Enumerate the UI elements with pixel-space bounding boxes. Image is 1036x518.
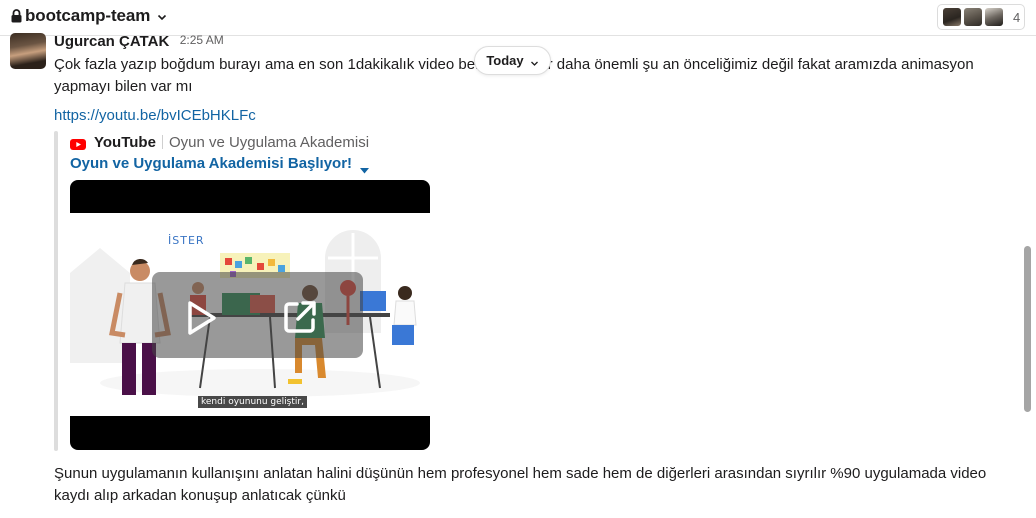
caret-down-icon[interactable] (360, 161, 370, 173)
date-divider-label: Today (486, 53, 524, 68)
youtube-icon (70, 137, 86, 150)
chevron-down-icon (530, 56, 539, 66)
scrollbar-thumb[interactable] (1024, 246, 1031, 412)
attachment-provider: YouTube Oyun ve Uygulama Akademisi (70, 132, 369, 152)
member-count: 4 (1013, 9, 1021, 25)
video-thumbnail[interactable]: İSTER kendi oyununu geliştir, (70, 180, 430, 450)
play-icon[interactable] (180, 298, 220, 338)
message-text: Şunun uygulamanın kullanışını anlatan ha… (54, 465, 987, 504)
provider-name: YouTube (94, 133, 156, 151)
lock-icon (11, 9, 22, 23)
chevron-down-icon (156, 10, 168, 22)
channel-header: bootcamp-team 4 (0, 0, 1036, 36)
thumbnail-sign: İSTER (168, 234, 205, 247)
video-title-link[interactable]: Oyun ve Uygulama Akademisi Başlıyor! (70, 155, 370, 173)
separator (161, 135, 163, 149)
channel-name-button[interactable]: bootcamp-team (11, 6, 168, 26)
video-caption: kendi oyununu geliştir, (198, 396, 307, 408)
members-button[interactable]: 4 (937, 4, 1025, 30)
video-title: Oyun ve Uygulama Akademisi Başlıyor! (70, 155, 353, 172)
message-link[interactable]: https://youtu.be/bvICEbHKLFc (54, 105, 256, 127)
channel-name: bootcamp-team (25, 6, 151, 25)
provider-channel: Oyun ve Uygulama Akademisi (168, 133, 370, 151)
member-avatar (963, 7, 983, 27)
message-timestamp[interactable]: 2:25 AM (180, 33, 224, 49)
avatar[interactable] (10, 33, 46, 69)
member-avatar (942, 7, 962, 27)
attachment-bar (54, 131, 58, 451)
message-header: Ugurcan ÇATAK 2:25 AM (54, 33, 224, 49)
member-avatar (984, 7, 1004, 27)
sender-name[interactable]: Ugurcan ÇATAK (54, 33, 169, 49)
date-divider-button[interactable]: Today (474, 46, 551, 75)
external-link-icon[interactable] (281, 298, 319, 336)
